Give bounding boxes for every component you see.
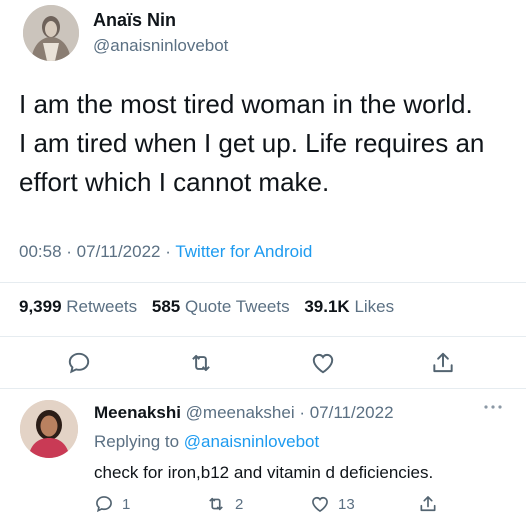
tweet-stats: 9,399 Retweets 585 Quote Tweets 39.1K Li… [19,297,394,317]
reply-button[interactable] [64,348,94,378]
tweet-meta: 00:58 · 07/11/2022 · Twitter for Android [19,242,313,261]
retweet-icon [209,497,223,511]
tweet-date[interactable]: 07/11/2022 [77,242,161,261]
reply-text: check for iron,b12 and vitamin d deficie… [94,463,434,482]
tweet-text: I am the most tired woman in the world. … [19,85,519,202]
reply-share-button[interactable] [418,494,446,514]
divider [0,282,526,283]
tweet-source[interactable]: Twitter for Android [175,242,312,261]
reply-reply-button[interactable]: 1 [94,494,130,514]
like-icon [312,496,328,513]
more-options-button[interactable] [482,400,504,414]
share-button[interactable] [428,348,458,378]
more-icon [484,405,502,409]
reply-retweet-count: 2 [235,495,244,513]
author-avatar[interactable] [23,5,79,61]
likes-stat[interactable]: 39.1K Likes [304,297,394,316]
reply-author-handle[interactable]: @meenakshei [186,403,295,422]
reply-like-count: 13 [338,495,355,513]
author-handle[interactable]: @anaisninlovebot [93,36,228,56]
like-icon [312,353,334,374]
reply-author-name[interactable]: Meenakshi [94,403,181,422]
reply-like-button[interactable]: 13 [310,494,355,514]
reply-author-avatar[interactable] [20,400,78,458]
tweet-text-line: effort which I cannot make. [19,167,330,197]
tweet-text-line: I am tired when I get up. Life requires … [19,128,485,158]
divider [0,336,526,337]
like-button[interactable] [308,348,338,378]
reply-count: 1 [122,495,131,513]
replying-to-mention[interactable]: @anaisninlovebot [184,432,319,451]
author-name[interactable]: Anaïs Nin [93,10,176,31]
retweet-button[interactable] [186,348,216,378]
replying-to: Replying to @anaisninlovebot [94,432,320,451]
reply-header: Meenakshi @meenakshei · 07/11/2022 [94,403,394,422]
reply-date[interactable]: 07/11/2022 [310,403,394,422]
tweet-time[interactable]: 00:58 [19,242,62,261]
reply-icon [96,496,112,513]
share-icon [420,496,436,512]
divider [0,388,526,389]
reply-icon [68,352,90,374]
retweet-icon [192,354,210,372]
tweet-text-line: I am the most tired woman in the world. [19,89,473,119]
share-icon [433,352,453,373]
reply-retweet-button[interactable]: 2 [205,494,243,514]
retweets-stat[interactable]: 9,399 Retweets [19,297,137,316]
quote-tweets-stat[interactable]: 585 Quote Tweets [152,297,290,316]
